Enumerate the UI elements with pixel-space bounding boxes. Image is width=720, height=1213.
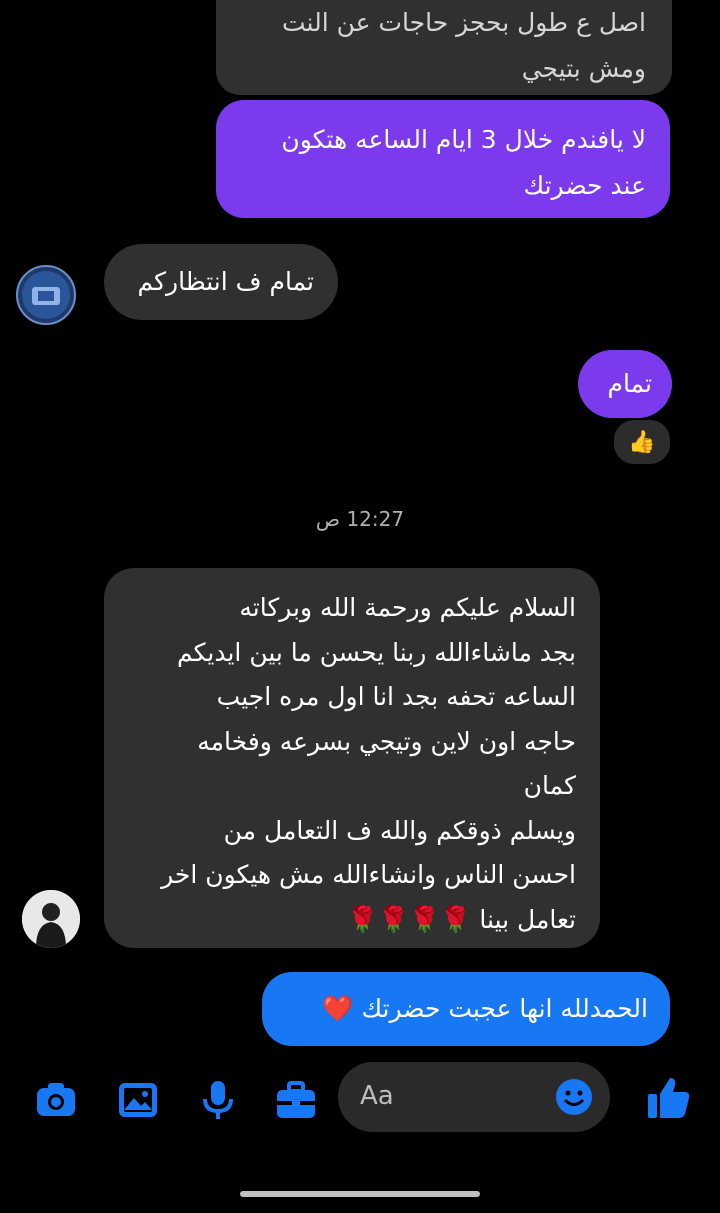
message-text: الحمدلله انها عجبت حضرتك <box>361 994 648 1023</box>
avatar[interactable] <box>16 265 76 325</box>
incoming-message[interactable]: تمام ف انتظاركم <box>104 244 338 320</box>
message-input[interactable]: Aa <box>338 1062 610 1132</box>
thumbs-up-reaction-icon: 👍 <box>628 429 656 455</box>
avatar[interactable] <box>22 890 80 948</box>
avatar-image <box>22 271 70 319</box>
briefcase-icon[interactable] <box>274 1078 318 1122</box>
smiley-icon[interactable] <box>554 1077 594 1117</box>
outgoing-message[interactable]: تمام <box>578 350 672 418</box>
gallery-icon[interactable] <box>116 1078 160 1122</box>
reaction-badge[interactable]: 👍 <box>612 418 672 466</box>
message-text: ومش بتيجي <box>521 54 646 83</box>
thumbs-up-icon[interactable] <box>644 1074 692 1122</box>
message-text: تعامل بينا <box>479 904 576 934</box>
avatar-image <box>22 890 80 948</box>
message-text: بجد ماشاءالله ربنا يحسن ما بين ايديكم <box>176 637 576 667</box>
message-text: عند حضرتك <box>523 171 647 200</box>
message-input-placeholder: Aa <box>360 1081 394 1111</box>
outgoing-message[interactable]: الحمدلله انها عجبت حضرتك ❤️ <box>262 972 670 1046</box>
incoming-message[interactable]: اصل ع طول بحجز حاجات عن النت ومش بتيجي <box>216 0 672 95</box>
message-text-last: تعامل بينا 🌹🌹🌹🌹 <box>114 898 576 943</box>
microphone-icon[interactable] <box>196 1078 240 1122</box>
message-text: ويسلم ذوقكم والله ف التعامل من <box>223 815 576 845</box>
home-indicator[interactable] <box>240 1191 480 1197</box>
message-text: الساعه تحفه بجد انا اول مره اجيب <box>216 682 576 711</box>
message-text: تمام <box>607 369 652 398</box>
message-text: كمان <box>523 771 576 800</box>
message-text: اصل ع طول بحجز حاجات عن النت <box>282 8 646 37</box>
heart-emoji: ❤️ <box>322 994 354 1023</box>
message-text: احسن الناس وانشاءالله مش هيكون اخر <box>161 860 576 889</box>
rose-emoji: 🌹🌹🌹🌹 <box>346 904 472 934</box>
message-text: حاجه اون لاين وتيجي بسرعه وفخامه <box>197 726 576 756</box>
message-text: تمام ف انتظاركم <box>137 267 314 296</box>
message-text: السلام عليكم ورحمة الله وبركاته <box>239 593 576 622</box>
outgoing-message[interactable]: لا يافندم خلال 3 ايام الساعه هتكون عند ح… <box>216 100 670 218</box>
incoming-message[interactable]: السلام عليكم ورحمة الله وبركاته بجد ماشا… <box>104 568 600 948</box>
camera-icon[interactable] <box>34 1078 78 1122</box>
timestamp: 12:27 ص <box>315 507 405 531</box>
message-text: لا يافندم خلال 3 ايام الساعه هتكون <box>281 125 646 154</box>
